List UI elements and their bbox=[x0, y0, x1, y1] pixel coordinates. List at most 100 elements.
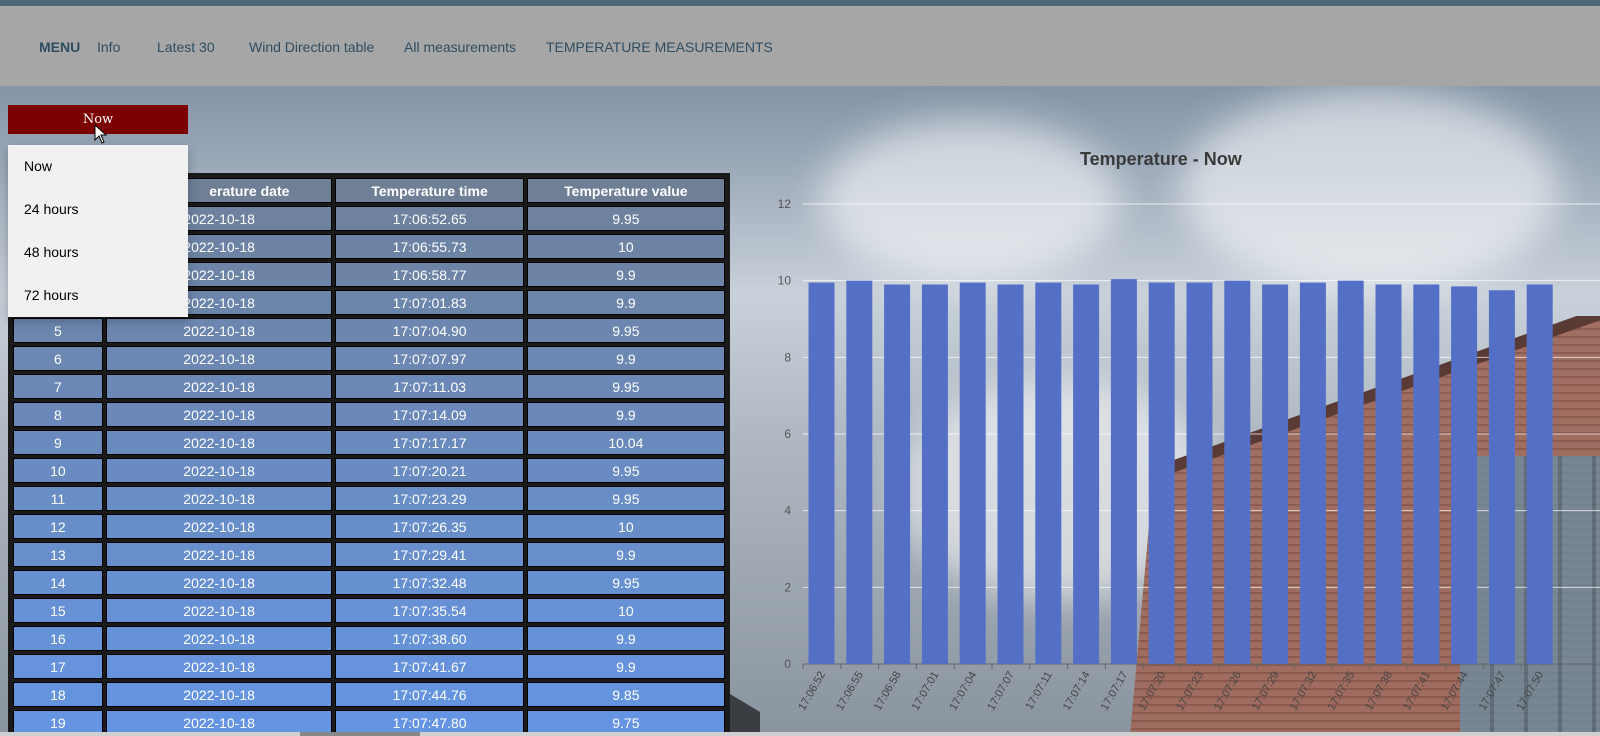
table-row: 5 2022-10-18 17:07:04.90 9.95 bbox=[13, 318, 725, 343]
dropdown-option-now[interactable]: Now bbox=[8, 145, 188, 188]
cell-value: 10 bbox=[526, 598, 725, 623]
chart-bar[interactable] bbox=[1035, 282, 1062, 664]
chart-bar[interactable] bbox=[1488, 290, 1515, 664]
chart-title: Temperature - Now bbox=[1080, 149, 1242, 169]
cell-value: 10 bbox=[526, 234, 725, 259]
dropdown-option-48-hours[interactable]: 48 hours bbox=[8, 231, 188, 274]
x-tick-label: 17:07:20 bbox=[1136, 670, 1168, 713]
range-dropdown-menu: Now 24 hours 48 hours 72 hours bbox=[8, 145, 188, 317]
y-tick-label: 2 bbox=[784, 580, 791, 594]
cell-index: 9 bbox=[13, 430, 103, 455]
chart-bar[interactable] bbox=[1337, 280, 1364, 664]
cell-value: 10.04 bbox=[526, 430, 725, 455]
chart-bar[interactable] bbox=[997, 284, 1024, 665]
dropdown-option-72-hours[interactable]: 72 hours bbox=[8, 274, 188, 317]
cell-index: 10 bbox=[13, 458, 103, 483]
x-tick-label: 17:07:01 bbox=[910, 670, 942, 713]
nav-item-temperature-measurements[interactable]: TEMPERATURE MEASUREMENTS bbox=[546, 39, 773, 55]
cell-time: 17:07:14.09 bbox=[335, 402, 524, 427]
cell-value: 9.9 bbox=[526, 290, 725, 315]
cell-value: 9.9 bbox=[526, 346, 725, 371]
cell-date: 2022-10-18 bbox=[105, 514, 333, 539]
x-tick-label: 17:07:35 bbox=[1325, 670, 1357, 713]
cell-value: 9.9 bbox=[526, 626, 725, 651]
scrollbar-thumb[interactable] bbox=[300, 732, 420, 736]
chart-bar[interactable] bbox=[846, 280, 873, 664]
cell-time: 17:07:23.29 bbox=[335, 486, 524, 511]
table-row: 8 2022-10-18 17:07:14.09 9.9 bbox=[13, 402, 725, 427]
cell-index: 5 bbox=[13, 318, 103, 343]
mouse-cursor-icon bbox=[94, 124, 108, 144]
x-tick-label: 17:07:29 bbox=[1250, 670, 1282, 713]
cell-time: 17:07:17.17 bbox=[335, 430, 524, 455]
x-tick-label: 17:07:50 bbox=[1514, 670, 1546, 713]
x-tick-label: 17:07:32 bbox=[1288, 670, 1320, 713]
table-row: 16 2022-10-18 17:07:38.60 9.9 bbox=[13, 626, 725, 651]
cell-value: 9.95 bbox=[526, 570, 725, 595]
x-tick-label: 17:07:17 bbox=[1099, 670, 1131, 713]
cell-value: 9.95 bbox=[526, 374, 725, 399]
nav-item-latest-30[interactable]: Latest 30 bbox=[157, 39, 215, 55]
cell-date: 2022-10-18 bbox=[105, 402, 333, 427]
y-tick-label: 6 bbox=[784, 427, 791, 441]
chart-bar[interactable] bbox=[1413, 284, 1440, 665]
chart-bar[interactable] bbox=[1148, 282, 1175, 664]
nav-item-info[interactable]: Info bbox=[97, 39, 120, 55]
x-tick-label: 17:07:14 bbox=[1061, 670, 1093, 713]
x-tick-label: 17:07:07 bbox=[985, 670, 1017, 713]
cell-time: 17:06:52.65 bbox=[335, 206, 524, 231]
cell-date: 2022-10-18 bbox=[105, 598, 333, 623]
chart-bar[interactable] bbox=[1262, 284, 1289, 665]
chart-bar[interactable] bbox=[884, 284, 911, 665]
x-tick-label: 17:06:52 bbox=[796, 670, 828, 713]
cell-value: 9.9 bbox=[526, 542, 725, 567]
x-tick-label: 17:06:58 bbox=[872, 670, 904, 713]
cell-time: 17:07:38.60 bbox=[335, 626, 524, 651]
chart-bar[interactable] bbox=[808, 282, 835, 664]
table-row: 14 2022-10-18 17:07:32.48 9.95 bbox=[13, 570, 725, 595]
main-nav: MENU Info Latest 30 Wind Direction table… bbox=[0, 6, 1600, 86]
y-tick-label: 0 bbox=[784, 657, 791, 671]
cell-date: 2022-10-18 bbox=[105, 346, 333, 371]
cell-time: 17:07:07.97 bbox=[335, 346, 524, 371]
chart-bar[interactable] bbox=[1375, 284, 1402, 665]
chart-bar[interactable] bbox=[1224, 280, 1251, 664]
cell-time: 17:07:32.48 bbox=[335, 570, 524, 595]
chart-bar[interactable] bbox=[1073, 284, 1100, 665]
chart-bar[interactable] bbox=[1451, 286, 1478, 664]
nav-item-wind-direction-table[interactable]: Wind Direction table bbox=[249, 39, 374, 55]
x-tick-label: 17:07:41 bbox=[1401, 670, 1433, 713]
cell-index: 12 bbox=[13, 514, 103, 539]
x-tick-label: 17:07:11 bbox=[1023, 670, 1054, 712]
horizontal-scrollbar[interactable] bbox=[0, 732, 1600, 736]
y-tick-label: 10 bbox=[778, 274, 792, 288]
y-tick-label: 12 bbox=[778, 197, 792, 211]
x-tick-label: 17:07:23 bbox=[1174, 670, 1206, 713]
chart-bar[interactable] bbox=[959, 282, 986, 664]
chart-bar[interactable] bbox=[1299, 282, 1326, 664]
chart-bar[interactable] bbox=[921, 284, 948, 665]
cell-index: 14 bbox=[13, 570, 103, 595]
chart-bar[interactable] bbox=[1186, 282, 1213, 664]
cell-time: 17:07:29.41 bbox=[335, 542, 524, 567]
cell-index: 8 bbox=[13, 402, 103, 427]
chart-bar[interactable] bbox=[1526, 284, 1553, 665]
cell-date: 2022-10-18 bbox=[105, 458, 333, 483]
cell-date: 2022-10-18 bbox=[105, 682, 333, 707]
cell-index: 11 bbox=[13, 486, 103, 511]
column-header-time: Temperature time bbox=[335, 178, 524, 203]
cell-time: 17:06:55.73 bbox=[335, 234, 524, 259]
x-tick-label: 17:07:04 bbox=[947, 670, 979, 713]
cell-time: 17:07:11.03 bbox=[335, 374, 524, 399]
table-row: 17 2022-10-18 17:07:41.67 9.9 bbox=[13, 654, 725, 679]
cell-value: 9.9 bbox=[526, 262, 725, 287]
cell-time: 17:07:41.67 bbox=[335, 654, 524, 679]
chart-bar[interactable] bbox=[1110, 279, 1137, 664]
cell-value: 9.95 bbox=[526, 458, 725, 483]
cell-time: 17:07:44.76 bbox=[335, 682, 524, 707]
dropdown-option-24-hours[interactable]: 24 hours bbox=[8, 188, 188, 231]
table-row: 18 2022-10-18 17:07:44.76 9.85 bbox=[13, 682, 725, 707]
nav-item-all-measurements[interactable]: All measurements bbox=[404, 39, 516, 55]
table-row: 10 2022-10-18 17:07:20.21 9.95 bbox=[13, 458, 725, 483]
table-row: 13 2022-10-18 17:07:29.41 9.9 bbox=[13, 542, 725, 567]
